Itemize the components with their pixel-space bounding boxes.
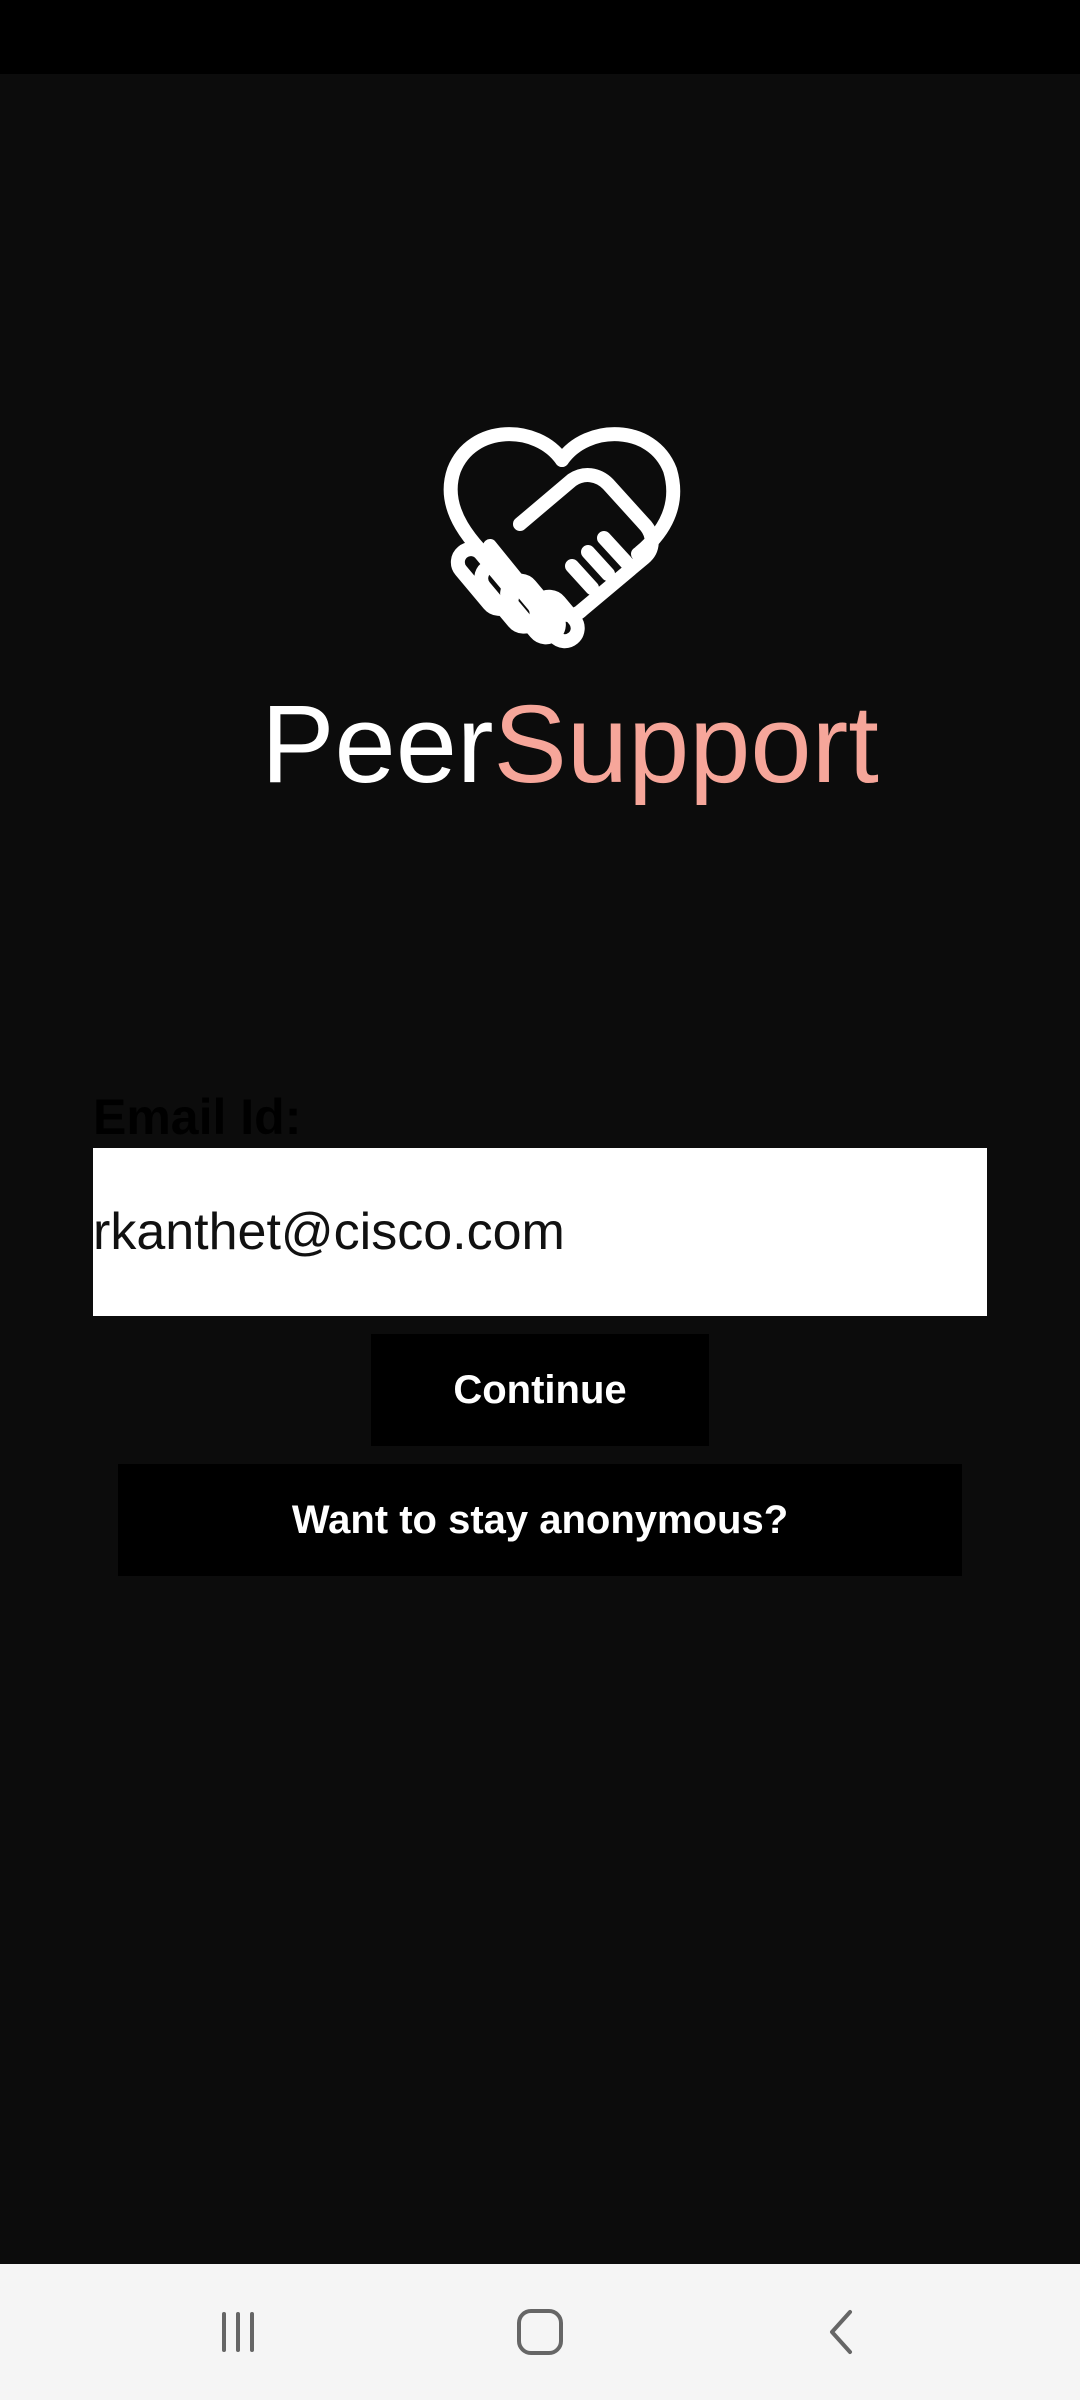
email-label: Email Id: [93,1089,302,1145]
system-navigation-bar [0,2264,1080,2400]
app-title-support: Support [493,683,879,806]
back-icon [830,2310,852,2354]
app-title-peer: Peer [261,683,494,806]
email-field-value: rkanthet@cisco.com [93,1203,565,1261]
recents-icon [222,2312,254,2352]
login-screen: PeerSupport Email Id: rkanthet@cisco.com… [0,0,1080,2400]
recents-button[interactable] [198,2292,278,2372]
home-icon [517,2309,563,2355]
home-button[interactable] [500,2292,580,2372]
status-bar [0,0,1080,74]
email-field[interactable]: rkanthet@cisco.com [93,1148,987,1316]
continue-button[interactable]: Continue [371,1334,709,1446]
stay-anonymous-button[interactable]: Want to stay anonymous? [118,1464,962,1576]
heart-handshake-icon [443,427,681,649]
back-button[interactable] [802,2292,882,2372]
app-title: PeerSupport [0,680,1080,810]
